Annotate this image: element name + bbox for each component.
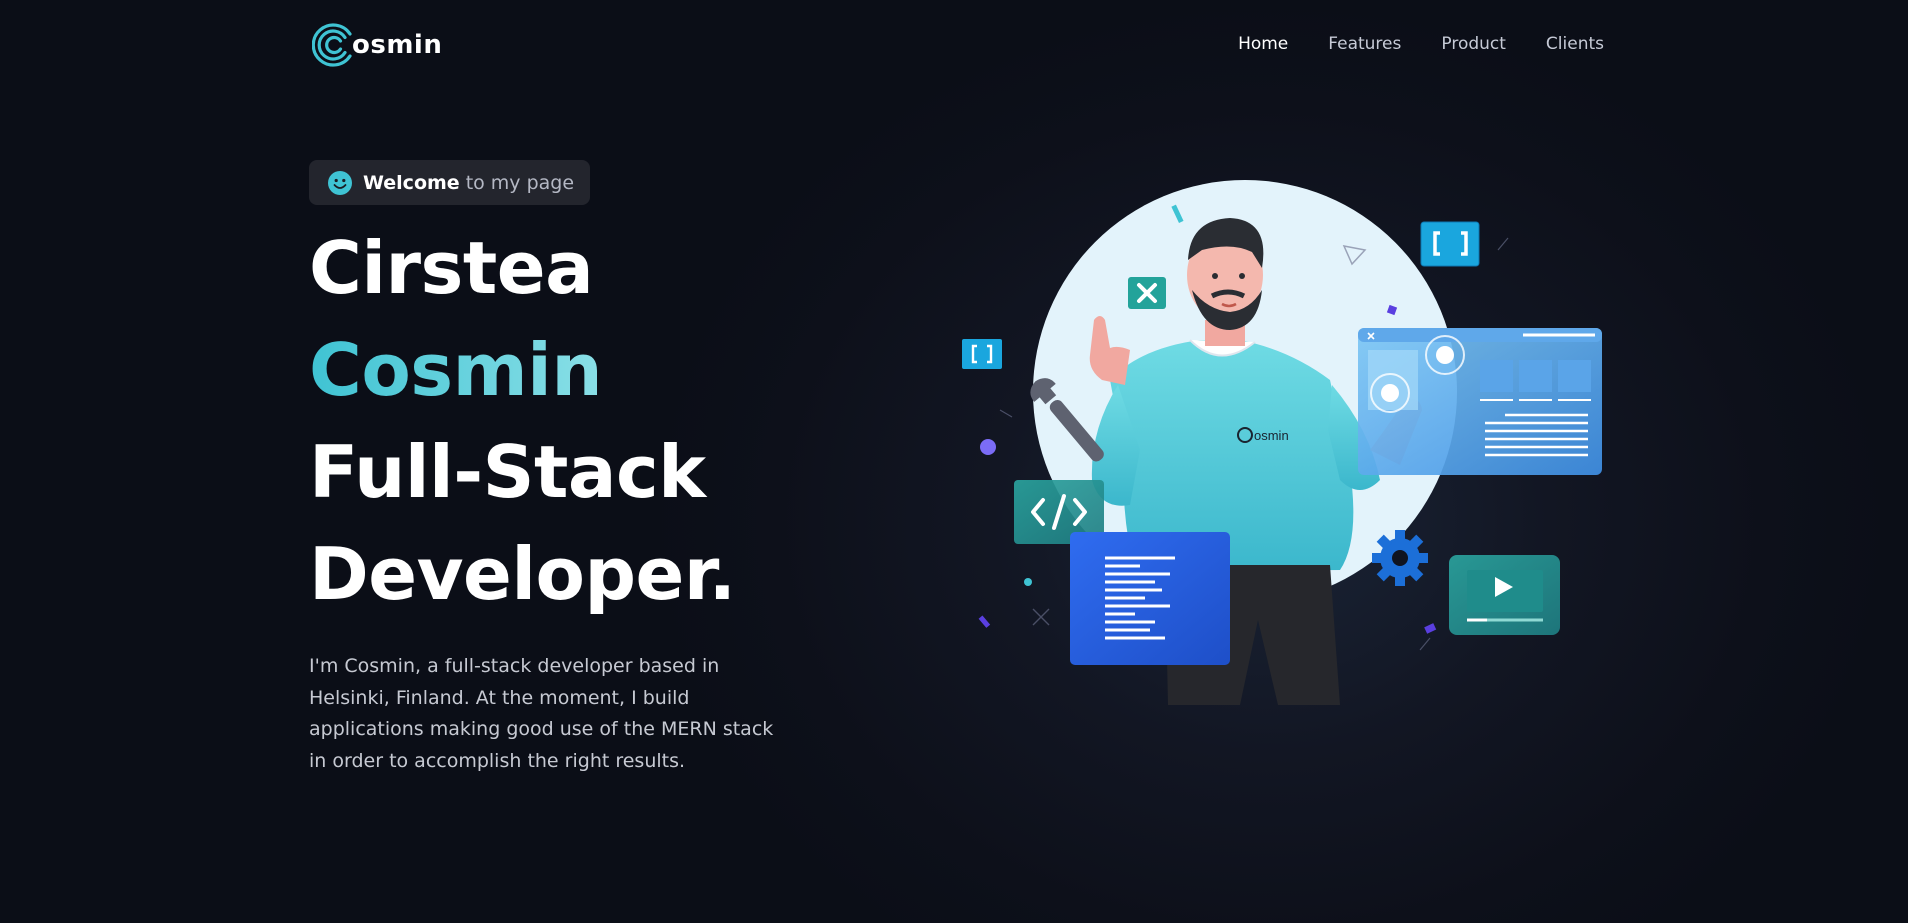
nav-home-link[interactable]: Home: [1238, 34, 1288, 54]
shirt-logo-text: osmin: [1254, 428, 1289, 443]
headline-line-3: Full-Stack: [309, 430, 706, 514]
browser-window-icon: [1358, 328, 1602, 475]
top-navigation: osmin Home Features Product Clients: [0, 0, 1908, 92]
hero-bio: I'm Cosmin, a full-stack developer based…: [309, 655, 774, 772]
hero-section: Welcome to my page Cirstea Cosmin Full-S…: [309, 160, 829, 777]
nav-clients-link[interactable]: Clients: [1546, 34, 1604, 54]
document-icon: [1070, 532, 1230, 665]
headline-line-1: Cirstea: [309, 226, 594, 310]
developer-character: osmin: [962, 180, 1602, 705]
smiley-face-icon: [328, 170, 352, 195]
hero-illustration: osmin: [940, 180, 1640, 720]
play-video-icon: [1449, 555, 1560, 635]
main-menu: Home Features Product Clients: [1238, 34, 1604, 54]
headline-line-4: Developer.: [309, 532, 736, 616]
welcome-badge: Welcome to my page: [309, 160, 591, 205]
nav-product-link[interactable]: Product: [1441, 34, 1506, 54]
hero-headline: Cirstea Cosmin Full-Stack Developer.: [309, 217, 829, 625]
badge-rest-text: to my page: [465, 171, 575, 194]
brand-name: osmin: [352, 30, 443, 60]
gear-icon: [1372, 530, 1428, 586]
brand-logo[interactable]: osmin: [312, 22, 442, 68]
nav-features-link[interactable]: Features: [1328, 34, 1401, 54]
badge-strong-text: Welcome: [363, 171, 460, 194]
headline-line-2: Cosmin: [309, 319, 829, 421]
close-icon: [1128, 277, 1166, 309]
brackets-icon-small: [962, 339, 1002, 369]
brackets-icon-large: [1420, 221, 1480, 267]
